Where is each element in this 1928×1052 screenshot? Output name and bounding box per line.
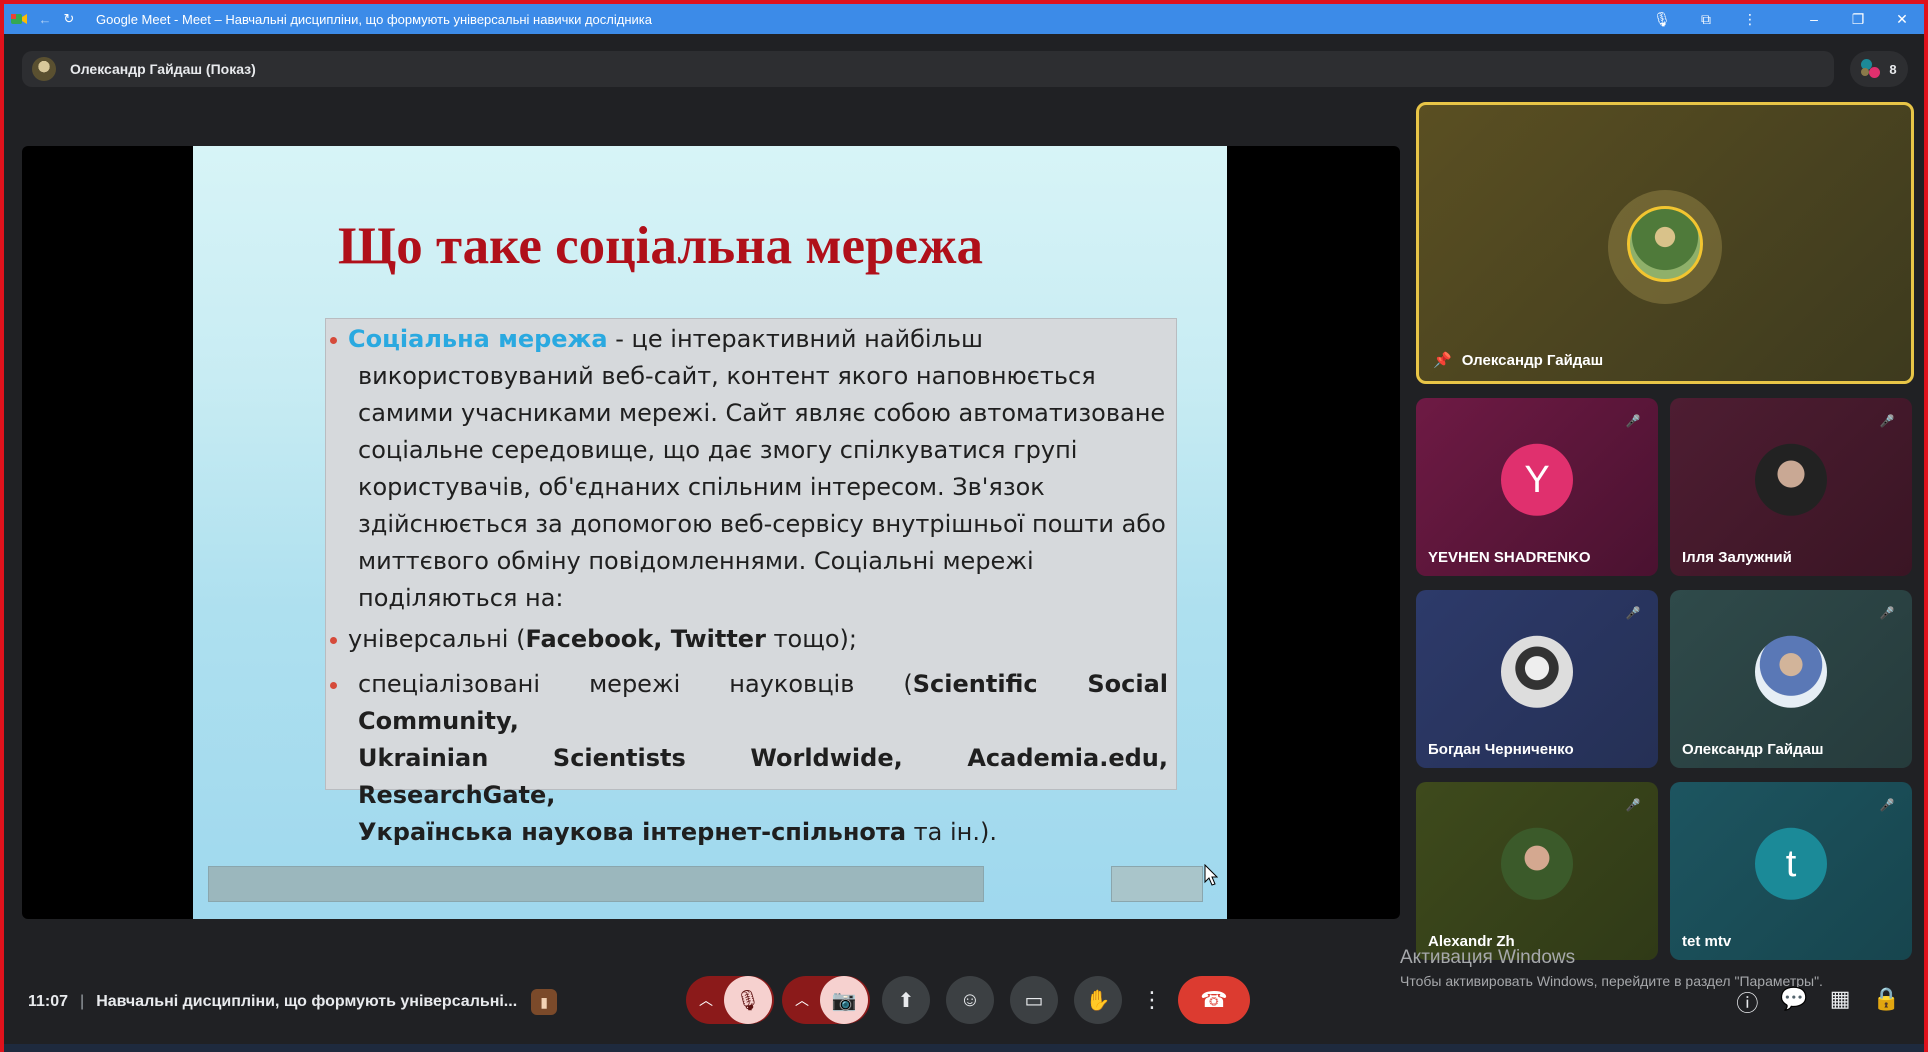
more-options-button[interactable]: ⋮ <box>1140 976 1164 1024</box>
avatar: Y <box>1501 443 1573 516</box>
avatar <box>32 57 56 81</box>
slide-text: та ін.). <box>906 818 997 846</box>
mic-off-icon: 🎤 <box>1625 798 1641 812</box>
minimize-icon[interactable]: – <box>1792 11 1836 27</box>
participants-icon <box>1861 59 1881 79</box>
slide-title: Що таке соціальна мережа <box>338 217 983 275</box>
slide-line: поділяються на: <box>358 584 564 612</box>
slide-bullet-definition: Соціальна мережа - це інтерактивний найб… <box>330 321 1168 358</box>
participant-tile[interactable]: 🎤 Олександр Гайдаш <box>1670 590 1912 768</box>
host-controls-icon[interactable]: ▮ <box>531 989 558 1015</box>
mouse-cursor-icon <box>1204 864 1218 886</box>
slide-line: здійснюється за допомогою веб-сервісу вн… <box>358 510 1166 538</box>
tile-name: Олександр Гайдаш <box>1682 741 1824 758</box>
camera-control: ︿ 📷 <box>782 976 870 1024</box>
meet-favicon-icon <box>4 4 34 34</box>
slide-line: використовуваний веб-сайт, контент якого… <box>358 362 1096 390</box>
captions-button[interactable]: ▭ <box>1010 976 1058 1024</box>
avatar <box>1755 443 1827 516</box>
participant-tile[interactable]: 🎤 Y YEVHEN SHADRENKO <box>1416 398 1658 576</box>
mic-off-icon: 🎤 <box>1625 606 1641 620</box>
meeting-side-controls: ⓘ 💬 ▦ 🔒 <box>1736 986 1900 1018</box>
slide-line: самими учасниками мережі. Сайт являє соб… <box>358 399 1166 427</box>
windows-activation-watermark: Активация Windows Чтобы активировать Win… <box>1400 947 1823 989</box>
slide-line: миттєвого обміну повідомленнями. Соціаль… <box>358 547 1034 575</box>
mic-off-icon: 🎤 <box>1879 798 1895 812</box>
browser-titlebar: ← ↻ Google Meet - Meet – Навчальні дисци… <box>4 4 1924 34</box>
activation-title: Активация Windows <box>1400 947 1576 968</box>
chat-icon[interactable]: 💬 <box>1780 986 1807 1018</box>
info-icon[interactable]: ⓘ <box>1736 986 1758 1018</box>
participant-tile[interactable]: 🎤 Ілля Залужний <box>1670 398 1912 576</box>
people-button[interactable]: 8 <box>1850 51 1908 87</box>
back-arrow-icon[interactable]: ← <box>34 4 56 34</box>
slide-footer-bar <box>208 866 984 902</box>
slide-line: користувачів, об'єднаних спільним інтере… <box>358 473 1045 501</box>
mic-icon[interactable]: 🎙 <box>1640 11 1684 28</box>
meeting-info: 11:07 | Навчальні дисципліни, що формуют… <box>28 989 558 1015</box>
windows-taskbar <box>4 1044 1924 1052</box>
participant-tile[interactable]: 🎤 t tet mtv <box>1670 782 1912 960</box>
slide-text: універсальні ( <box>348 625 526 653</box>
tile-name: Богдан Черниченко <box>1428 741 1574 758</box>
mic-off-icon: 🎤 <box>1625 414 1641 428</box>
slide-term: Соціальна мережа <box>348 325 608 353</box>
window-title: Google Meet - Meet – Навчальні дисциплін… <box>96 11 652 27</box>
tile-name: YEVHEN SHADRENKO <box>1428 549 1591 566</box>
slide-line: соціальне середовище, що дає змогу спілк… <box>358 436 1078 464</box>
reload-icon[interactable]: ↻ <box>56 4 82 34</box>
participant-count: 8 <box>1889 61 1897 77</box>
host-lock-icon[interactable]: 🔒 <box>1873 986 1900 1018</box>
participant-tile[interactable]: 🎤 Богдан Черниченко <box>1416 590 1658 768</box>
mic-control: ︿ 🎙 <box>686 976 774 1024</box>
mic-off-icon: 🎤 <box>1879 414 1895 428</box>
slide-line: Ukrainian Scientists Worldwide, Academia… <box>358 744 1168 809</box>
avatar <box>1501 635 1573 708</box>
presenter-pill[interactable]: Олександр Гайдаш (Показ) <box>22 51 1834 87</box>
activities-icon[interactable]: ▦ <box>1830 986 1851 1018</box>
presenter-label: Олександр Гайдаш (Показ) <box>70 61 256 77</box>
participant-tile[interactable]: 🎤 Alexandr Zh <box>1416 782 1658 960</box>
audio-options-chevron-icon[interactable]: ︿ <box>688 990 724 1010</box>
clock: 11:07 <box>28 993 69 1010</box>
present-screen-button[interactable]: ⬆ <box>882 976 930 1024</box>
slide-text-bold: Українська наукова інтернет-спільнота <box>358 818 907 846</box>
close-icon[interactable]: ✕ <box>1880 11 1924 28</box>
slide-content-box: Соціальна мережа - це інтерактивний найб… <box>325 318 1177 846</box>
avatar <box>1755 635 1827 708</box>
mic-off-icon: 🎤 <box>1879 606 1895 620</box>
camera-off-button[interactable]: 📷 <box>820 976 868 1024</box>
avatar <box>1501 827 1573 900</box>
slide-text: тощо); <box>765 625 857 653</box>
more-vert-icon[interactable]: ⋮ <box>1728 11 1772 28</box>
emoji-reaction-button[interactable]: ☺ <box>946 976 994 1024</box>
extension-icon[interactable]: ⧉ <box>1684 11 1728 28</box>
restore-icon[interactable]: ❐ <box>1836 11 1880 28</box>
mic-off-button[interactable]: 🎙 <box>724 976 772 1024</box>
screen-share: Що таке соціальна мережа Соціальна мереж… <box>22 146 1400 919</box>
slide-footer-box <box>1111 866 1203 902</box>
slide-text: спеціалізовані мережі науковців ( <box>358 670 913 698</box>
avatar: t <box>1755 827 1827 900</box>
slide-bullet-specialized: спеціалізовані мережі науковців (Scienti… <box>330 666 1168 740</box>
divider: | <box>80 993 85 1010</box>
leave-call-button[interactable]: ☎ <box>1178 976 1250 1024</box>
tile-name-text: Олександр Гайдаш <box>1461 352 1604 369</box>
presentation-slide: Що таке соціальна мережа Соціальна мереж… <box>193 146 1227 919</box>
video-options-chevron-icon[interactable]: ︿ <box>784 990 820 1010</box>
raise-hand-button[interactable]: ✋ <box>1074 976 1122 1024</box>
slide-intro-rest: - це інтерактивний найбільш <box>607 325 983 353</box>
tile-name: 📌 Олександр Гайдаш <box>1433 351 1603 369</box>
tile-name: Ілля Залужний <box>1682 549 1792 566</box>
slide-text-bold: Facebook, Twitter <box>525 625 766 653</box>
meeting-title[interactable]: Навчальні дисципліни, що формують універ… <box>96 993 517 1011</box>
slide-bullet-universal: універсальні (Facebook, Twitter тощо); <box>330 621 1168 658</box>
pin-icon: 📌 <box>1433 352 1452 369</box>
slide-line: Українська наукова інтернет-спільнота та… <box>348 814 1168 851</box>
avatar <box>1627 206 1703 282</box>
participant-tile-pinned[interactable]: 📌 Олександр Гайдаш <box>1416 102 1914 384</box>
